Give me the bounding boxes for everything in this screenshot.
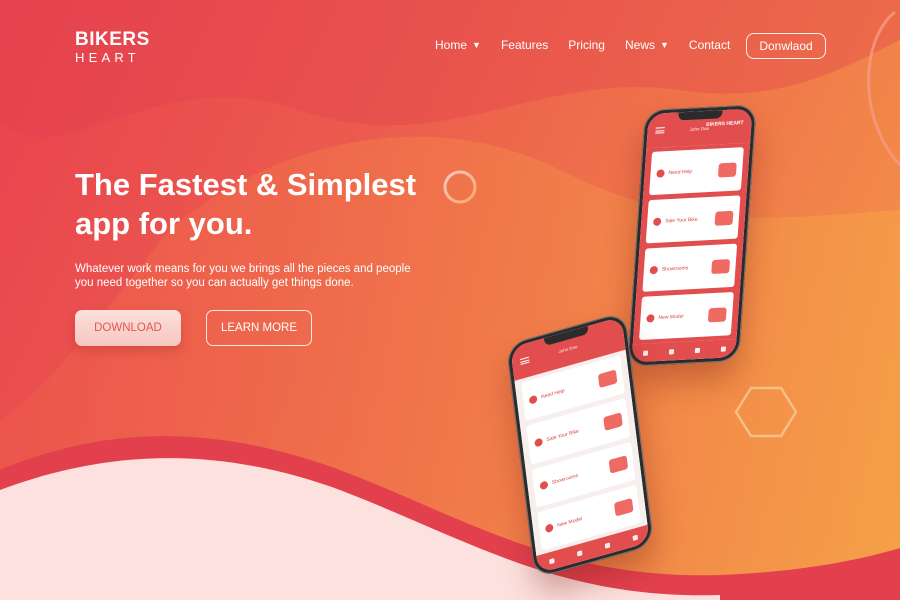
hero-title: The Fastest & Simplest app for you. [75, 165, 475, 243]
phone-screen: John Doe BIKERS HEART Need Help Sale You… [631, 108, 753, 363]
nav-item-label: News [624, 38, 655, 52]
star-icon [544, 523, 554, 534]
app-card-label: Sale Your Bike [664, 216, 698, 224]
motorbike-illustration-icon [614, 498, 634, 517]
rider-illustration-icon [597, 369, 618, 388]
info-icon [528, 394, 538, 405]
app-card-label: Need Help [668, 168, 693, 176]
learn-more-button[interactable]: LEARN MORE [206, 310, 312, 346]
app-card-new-model: New Model [639, 291, 734, 341]
nav-item-news[interactable]: News ▼ [625, 38, 669, 52]
home-tab-icon [642, 350, 648, 356]
nav-item-pricing[interactable]: Pricing [568, 38, 605, 52]
app-card-label: Showrooms [661, 264, 689, 273]
store-illustration-icon [608, 455, 629, 474]
download-button[interactable]: DOWNLOAD [75, 310, 181, 346]
dollar-icon [652, 217, 662, 226]
nav-item-label: Pricing [568, 38, 605, 52]
nav-item-label: Contact [688, 38, 731, 52]
chevron-down-icon: ▼ [472, 40, 481, 50]
nav-item-contact[interactable]: Contact [689, 38, 730, 52]
notification-tab-icon [604, 542, 610, 549]
nav-item-home[interactable]: Home ▼ [435, 38, 481, 52]
app-card-list: Need Help Sale Your Bike Showrooms New M… [514, 349, 648, 557]
app-card-label: Showrooms [551, 472, 579, 487]
app-card-label: New Model [556, 516, 583, 530]
app-header: John Doe BIKERS HEART [646, 108, 753, 149]
app-card-list: Need Help Sale Your Bike Showrooms New M… [632, 142, 751, 345]
info-icon [656, 168, 665, 178]
hero-subtitle: Whatever work means for you we brings al… [75, 262, 435, 290]
location-pin-icon [649, 265, 659, 274]
app-card-label: Sale Your Bike [546, 428, 580, 444]
nav-item-label: Home [435, 38, 468, 52]
app-card-need-help: Need Help [649, 147, 744, 196]
location-pin-icon [539, 480, 549, 491]
hero-title-line-2: app for you. [75, 206, 253, 241]
phone-notch [678, 110, 723, 121]
phone-mockup-upper: John Doe BIKERS HEART Need Help Sale You… [627, 104, 757, 367]
app-card-label: Need Help [540, 387, 565, 401]
sale-illustration-icon [603, 412, 623, 431]
hero-subtitle-line-1: Whatever work means for you we brings al… [75, 263, 411, 275]
profile-tab-icon [631, 534, 638, 541]
sale-illustration-icon [714, 210, 734, 226]
dollar-icon [534, 437, 544, 448]
profile-tab-icon [720, 345, 726, 352]
app-card-label: New Model [658, 313, 684, 321]
nav-item-label: Features [500, 38, 549, 52]
hero-subtitle-line-2: you need together so you can actually ge… [75, 277, 354, 289]
header-download-button[interactable]: Donwlaod [746, 33, 826, 59]
app-card-showrooms: Showrooms [642, 243, 738, 292]
logo[interactable]: BIKERS HEART [75, 30, 150, 64]
nav-item-features[interactable]: Features [501, 38, 548, 52]
chevron-down-icon: ▼ [660, 40, 669, 50]
main-nav: Home ▼ Features Pricing News ▼ Contact [435, 38, 750, 52]
motorbike-illustration-icon [707, 306, 727, 322]
logo-line-1: BIKERS [75, 29, 150, 50]
phone-screen: John Doe Need Help Sale Your Bike Showro… [510, 316, 650, 574]
notification-tab-icon [694, 347, 700, 353]
app-card-sale-bike: Sale Your Bike [645, 195, 741, 244]
message-tab-icon [576, 549, 582, 557]
background-decoration [0, 0, 900, 600]
star-icon [646, 313, 655, 323]
logo-line-2: HEART [75, 50, 140, 65]
hero-title-line-1: The Fastest & Simplest [75, 167, 417, 202]
rider-illustration-icon [717, 161, 737, 177]
store-illustration-icon [711, 258, 731, 274]
home-tab-icon [548, 557, 555, 564]
message-tab-icon [668, 348, 674, 355]
